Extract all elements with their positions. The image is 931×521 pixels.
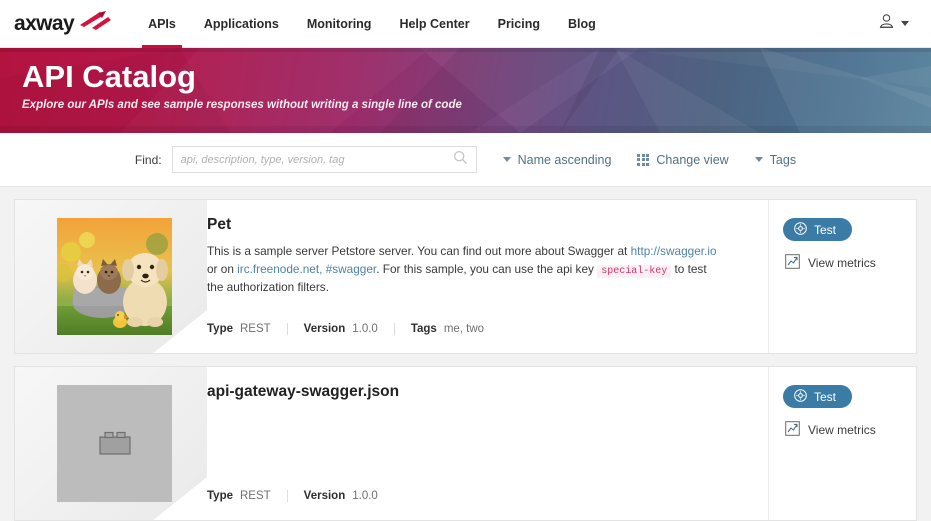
- meta-type-value: REST: [240, 323, 271, 335]
- nav-item-help-center-label: Help Center: [399, 16, 470, 31]
- nav-items: APIs Applications Monitoring Help Center…: [134, 0, 610, 48]
- nav-item-help-center[interactable]: Help Center: [385, 0, 483, 48]
- view-metrics-label: View metrics: [808, 256, 876, 270]
- api-card-body: Pet This is a sample server Petstore ser…: [207, 200, 768, 353]
- test-button-label: Test: [814, 389, 837, 404]
- meta-type-label: Type: [207, 490, 233, 502]
- api-card-meta: Type REST Version 1.0.0: [207, 490, 394, 502]
- brick-placeholder-icon: [57, 385, 172, 502]
- api-card-title: Pet: [207, 216, 232, 233]
- meta-tags-value: me, two: [443, 323, 485, 335]
- api-catalog-page: axway APIs Applications Monitoring Help …: [0, 0, 931, 521]
- irc-freenode-link[interactable]: irc.freenode.net, #swagger: [237, 262, 376, 276]
- nav-item-blog[interactable]: Blog: [554, 0, 610, 48]
- nav-item-applications-label: Applications: [203, 16, 279, 31]
- gear-icon: [794, 221, 807, 238]
- page-subtitle: Explore our APIs and see sample response…: [22, 99, 462, 112]
- find-label: Find:: [134, 152, 162, 167]
- grid-icon: [637, 153, 650, 166]
- page-banner: API Catalog Explore our APIs and see sam…: [0, 48, 931, 133]
- meta-version-value: 1.0.0: [352, 490, 378, 502]
- sort-control-label: Name ascending: [517, 152, 612, 167]
- view-metrics-link[interactable]: View metrics: [785, 421, 876, 439]
- meta-type: Type REST: [207, 490, 287, 502]
- meta-type: Type REST: [207, 323, 287, 335]
- nav-item-monitoring-label: Monitoring: [306, 16, 372, 31]
- search-box[interactable]: [171, 146, 477, 173]
- meta-tags: Tags me, two: [393, 323, 500, 335]
- brand-name: axway: [14, 11, 75, 35]
- chevron-down-icon: [754, 157, 763, 162]
- swagger-io-link[interactable]: http://swagger.io: [631, 244, 717, 258]
- nav-item-apis[interactable]: APIs: [134, 0, 190, 48]
- user-icon: [878, 13, 895, 35]
- meta-version: Version 1.0.0: [286, 323, 394, 335]
- chart-icon: [785, 421, 800, 439]
- api-card-meta: Type REST Version 1.0.0 Tags me, two: [207, 323, 500, 335]
- api-card-media: [15, 200, 207, 353]
- chart-icon: [785, 254, 800, 272]
- tags-filter-label: Tags: [769, 152, 797, 167]
- api-card-media: [15, 367, 207, 520]
- test-button[interactable]: Test: [783, 385, 853, 408]
- nav-item-applications[interactable]: Applications: [190, 0, 293, 48]
- search-icon[interactable]: [453, 150, 468, 170]
- api-card-list: Pet This is a sample server Petstore ser…: [0, 187, 931, 521]
- filter-bar: Find: Name ascending Change view: [0, 133, 931, 187]
- nav-item-blog-label: Blog: [567, 16, 596, 31]
- nav-item-apis-label: APIs: [148, 16, 176, 31]
- page-title: API Catalog: [22, 59, 196, 94]
- test-button-label: Test: [814, 222, 837, 237]
- api-card-body: api-gateway-swagger.json Type REST Versi…: [207, 367, 768, 520]
- nav-item-pricing[interactable]: Pricing: [484, 0, 554, 48]
- test-button[interactable]: Test: [783, 218, 853, 241]
- api-card-actions: Test View metrics: [768, 200, 916, 353]
- desc-text-1: This is a sample server Petstore server.…: [207, 244, 631, 258]
- meta-type-label: Type: [207, 323, 233, 335]
- kittens-and-puppy-photo: [57, 218, 172, 335]
- meta-tags-label: Tags: [410, 323, 437, 335]
- meta-version-label: Version: [303, 323, 346, 335]
- api-card-actions: Test View metrics: [768, 367, 916, 520]
- chevron-down-icon: [901, 21, 909, 26]
- brand-logo[interactable]: axway: [14, 0, 112, 48]
- axway-arrow-logo-icon: [78, 10, 112, 37]
- gear-icon: [794, 388, 807, 405]
- change-view-label: Change view: [656, 152, 729, 167]
- desc-text-2: or on: [207, 261, 238, 276]
- meta-version-label: Version: [303, 490, 346, 502]
- api-card-description: This is a sample server Petstore server.…: [207, 243, 719, 297]
- api-card-api-gateway-swagger[interactable]: api-gateway-swagger.json Type REST Versi…: [14, 366, 917, 521]
- meta-type-value: REST: [240, 490, 271, 502]
- meta-version: Version 1.0.0: [286, 490, 394, 502]
- chevron-down-icon: [502, 157, 511, 162]
- view-metrics-link[interactable]: View metrics: [785, 254, 876, 272]
- search-input[interactable]: [180, 153, 453, 166]
- desc-text-3: . For this sample, you can use the api k…: [376, 261, 598, 276]
- user-menu[interactable]: [878, 13, 909, 35]
- change-view-control[interactable]: Change view: [637, 152, 729, 167]
- view-metrics-label: View metrics: [808, 423, 876, 437]
- nav-item-pricing-label: Pricing: [497, 16, 540, 31]
- sort-control[interactable]: Name ascending: [502, 152, 612, 167]
- meta-version-value: 1.0.0: [352, 323, 378, 335]
- api-key-code: special-key: [597, 264, 672, 278]
- api-card-title: api-gateway-swagger.json: [207, 383, 400, 400]
- api-card-pet[interactable]: Pet This is a sample server Petstore ser…: [14, 199, 917, 354]
- nav-item-monitoring[interactable]: Monitoring: [293, 0, 386, 48]
- tags-filter-control[interactable]: Tags: [754, 152, 797, 167]
- top-navigation-bar: axway APIs Applications Monitoring Help …: [0, 0, 931, 48]
